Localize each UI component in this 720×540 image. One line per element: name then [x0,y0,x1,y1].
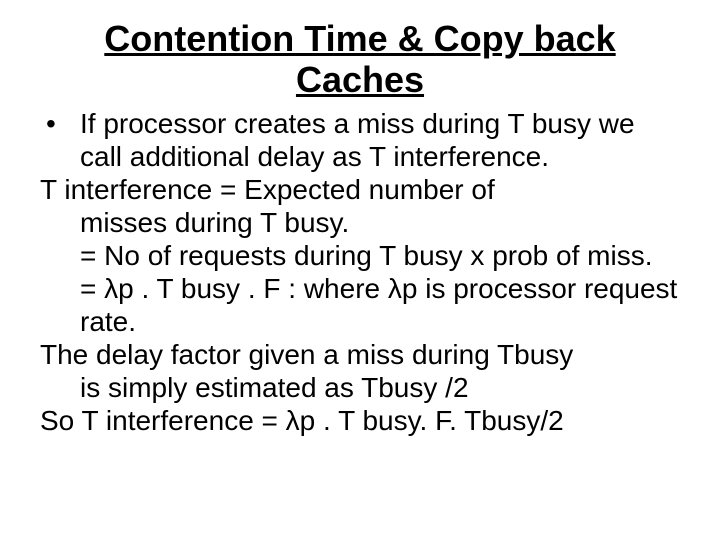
body-line-5: The delay factor given a miss during Tbu… [40,338,680,371]
slide-body: • If processor creates a miss during T b… [40,107,680,437]
bullet-item: • If processor creates a miss during T b… [40,107,680,173]
body-line-7: So T interference = λp . T busy. F. Tbus… [40,404,680,437]
body-line-6: is simply estimated as Tbusy /2 [40,371,680,404]
body-line-1: T interference = Expected number of [40,173,680,206]
bullet-text: If processor creates a miss during T bus… [80,107,680,173]
body-line-3: = No of requests during T busy x prob of… [40,239,680,272]
bullet-marker: • [40,107,80,173]
slide: Contention Time & Copy back Caches • If … [0,0,720,540]
body-line-4: = λp . T busy . F : where λp is processo… [40,272,680,338]
body-line-2: misses during T busy. [40,206,680,239]
slide-title: Contention Time & Copy back Caches [40,18,680,101]
